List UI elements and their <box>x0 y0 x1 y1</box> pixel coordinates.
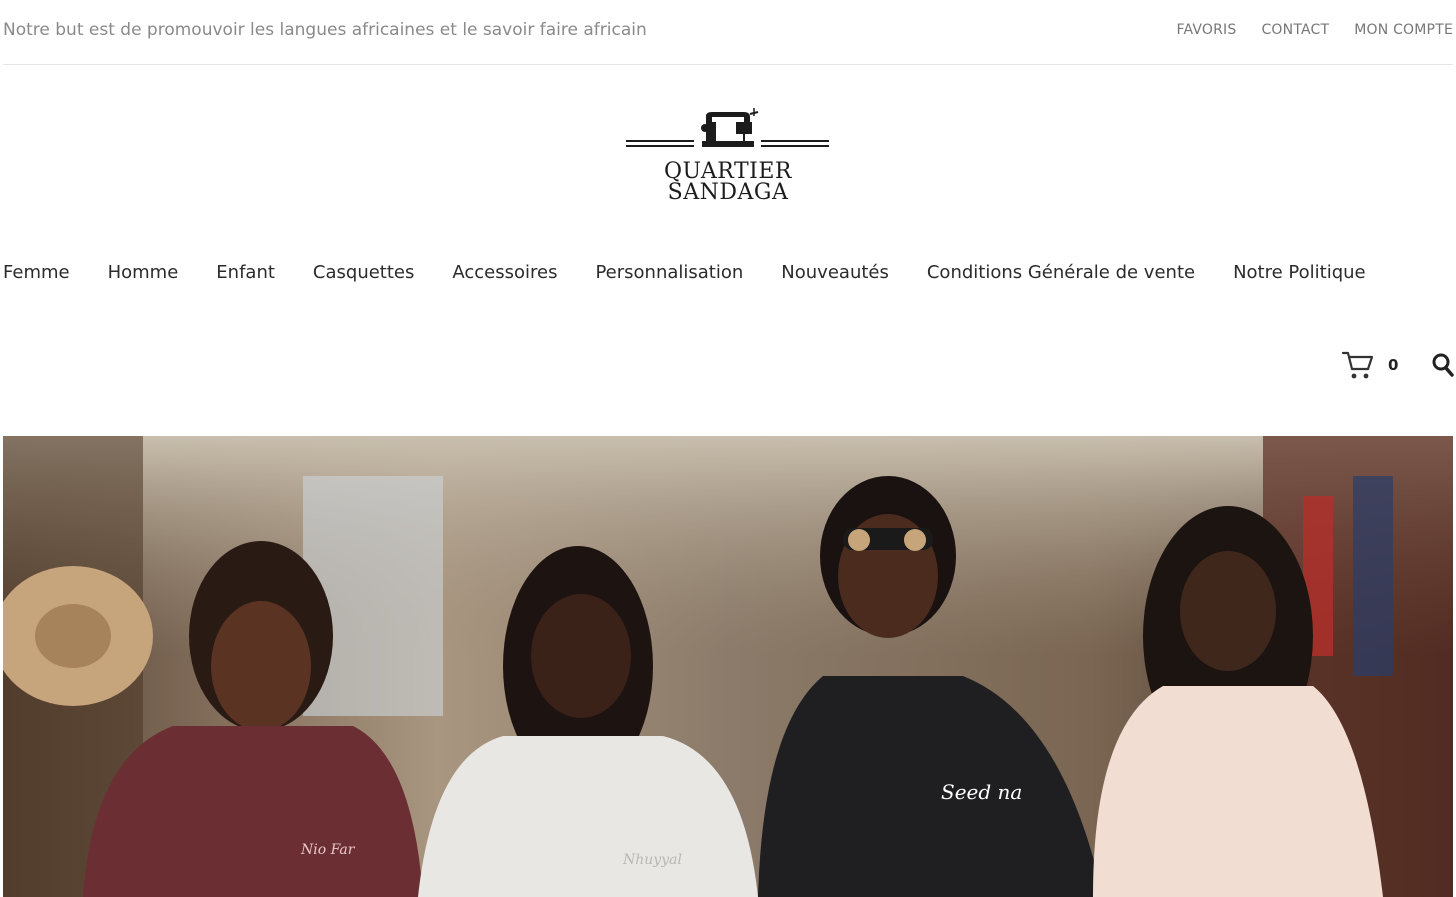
top-bar: Notre but est de promouvoir les langues … <box>3 0 1453 65</box>
hero-photo: Seed na Nio Far Nhuyyal <box>3 436 1453 897</box>
logo-line-2: SANDAGA <box>667 180 789 205</box>
contact-link[interactable]: CONTACT <box>1261 22 1329 38</box>
main-nav: Femme Homme Enfant Casquettes Accessoire… <box>3 262 1366 283</box>
nav-nouveautes[interactable]: Nouveautés <box>781 262 889 283</box>
hoodie-text-nio-far: Nio Far <box>300 842 356 858</box>
site-tagline: Notre but est de promouvoir les langues … <box>3 20 647 40</box>
nav-casquettes[interactable]: Casquettes <box>313 262 414 283</box>
nav-notre-politique[interactable]: Notre Politique <box>1233 262 1366 283</box>
top-links: FAVORIS CONTACT MON COMPTE <box>1177 22 1454 38</box>
sweatshirt-text-nhuyyal: Nhuyyal <box>622 852 682 868</box>
search-button[interactable] <box>1432 353 1454 381</box>
nav-personnalisation[interactable]: Personnalisation <box>595 262 743 283</box>
favoris-link[interactable]: FAVORIS <box>1177 22 1237 38</box>
sewing-machine-icon <box>626 108 829 147</box>
cart-icon <box>1342 351 1374 379</box>
hoodie-text-seed-na: Seed na <box>941 780 1022 804</box>
cart-button[interactable]: 0 <box>1342 350 1398 380</box>
search-icon <box>1432 353 1454 377</box>
nav-conditions-generale-de-vente[interactable]: Conditions Générale de vente <box>927 262 1195 283</box>
nav-accessoires[interactable]: Accessoires <box>452 262 557 283</box>
site-logo[interactable]: QUARTIER SANDAGA <box>626 108 830 208</box>
mon-compte-link[interactable]: MON COMPTE <box>1354 22 1453 38</box>
nav-homme[interactable]: Homme <box>108 262 179 283</box>
hero-banner: Seed na Nio Far Nhuyyal <box>3 436 1453 897</box>
nav-femme[interactable]: Femme <box>3 262 70 283</box>
cart-count: 0 <box>1388 356 1399 374</box>
logo-line-1: QUARTIER <box>664 159 792 184</box>
nav-enfant[interactable]: Enfant <box>216 262 275 283</box>
